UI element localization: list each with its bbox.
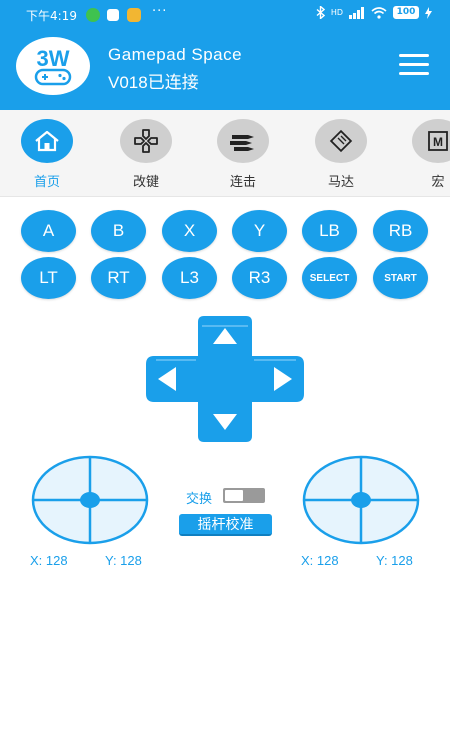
tab-macro[interactable]: M 宏 [403,119,450,190]
home-icon [21,119,73,163]
cell-signal-icon [349,6,364,19]
button-lb[interactable]: LB [302,210,357,252]
swap-toggle[interactable] [223,488,265,503]
button-lt[interactable]: LT [21,257,76,299]
app-logo: 3W [16,37,90,95]
left-joystick[interactable] [31,455,149,545]
right-stick-x: X: 128 [301,553,339,568]
swap-toggle-knob [225,490,243,501]
button-r3[interactable]: R3 [232,257,287,299]
wifi-icon [371,6,387,19]
app-header: 下午4:19 ··· HD 100 3W Gamepad Space V018已… [0,0,450,110]
button-l3[interactable]: L3 [162,257,217,299]
swap-label: 交换 [186,492,213,507]
connection-status: V018已连接 [108,73,199,92]
button-rt[interactable]: RT [91,257,146,299]
tab-home[interactable]: 首页 [12,119,82,190]
tab-motor-label: 马达 [327,175,354,190]
menu-button[interactable] [399,54,429,76]
button-y[interactable]: Y [232,210,287,252]
right-stick-knob[interactable] [351,492,371,508]
app-notification-icon [106,8,120,22]
bluetooth-icon [316,6,325,19]
motor-chip-icon [315,119,367,163]
menu-icon [399,54,429,57]
button-b[interactable]: B [91,210,146,252]
macro-m-icon: M [412,119,450,163]
tab-home-label: 首页 [33,175,60,190]
status-bar: 下午4:19 ··· HD 100 [0,0,450,30]
more-notifications-icon: ··· [152,4,168,19]
app-title: Gamepad Space [108,45,243,64]
tab-motor[interactable]: 马达 [306,119,376,190]
menu-icon-bar [399,72,429,75]
status-right: HD 100 [316,6,432,19]
left-stick-knob[interactable] [80,492,100,508]
logo-icon: 3W [34,46,72,86]
message-notification-icon [127,8,141,22]
calibrate-joystick-button[interactable]: 摇杆校准 [179,514,272,536]
tab-macro-label: 宏 [431,175,445,190]
left-stick-x: X: 128 [30,553,68,568]
tab-turbo[interactable]: 连击 [208,119,278,190]
right-stick-y: Y: 128 [376,553,413,568]
dpad [146,316,304,442]
battery-icon: 100 [393,6,419,19]
svg-text:M: M [433,135,443,149]
right-joystick[interactable] [302,455,420,545]
left-stick-y: Y: 128 [105,553,142,568]
button-a[interactable]: A [21,210,76,252]
button-start[interactable]: START [373,257,428,299]
feature-tabs: 首页 改键 连击 马达 M 宏 [0,110,450,197]
tab-remap-label: 改键 [132,175,159,190]
gamepad-icon [120,119,172,163]
button-select[interactable]: SELECT [302,257,357,299]
button-x[interactable]: X [162,210,217,252]
hd-signal-label: HD [330,8,343,17]
button-rb[interactable]: RB [373,210,428,252]
svg-text:3W: 3W [37,46,70,71]
menu-icon-bar [399,63,429,66]
bullets-icon [217,119,269,163]
status-time: 下午4:19 [26,9,77,23]
charging-icon [425,6,432,19]
tab-remap[interactable]: 改键 [111,119,181,190]
wechat-notification-icon [86,8,100,22]
tab-turbo-label: 连击 [229,175,256,190]
